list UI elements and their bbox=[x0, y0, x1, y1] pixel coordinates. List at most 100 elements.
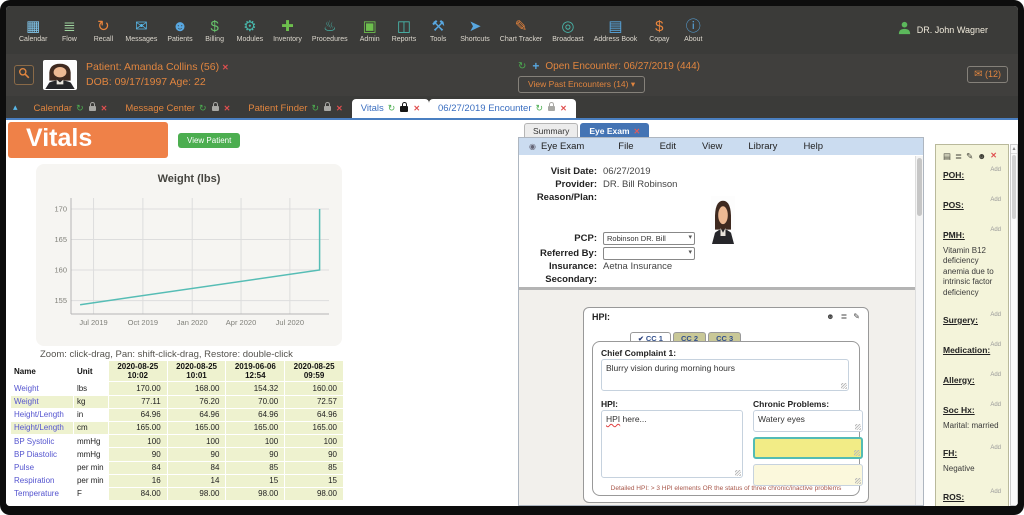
refresh-encounter-icon[interactable]: ↻ bbox=[518, 61, 526, 72]
add-link[interactable]: Add bbox=[990, 197, 1001, 203]
messages-button[interactable]: ✉ (12) bbox=[967, 66, 1008, 83]
vital-name-link[interactable]: BP Diastolic bbox=[14, 450, 57, 459]
add-link[interactable]: Add bbox=[990, 312, 1001, 318]
user-chip[interactable]: DR. John Wagner bbox=[897, 20, 988, 40]
vital-name-link[interactable]: Weight bbox=[14, 384, 39, 393]
close-panel-tab-icon[interactable]: ✕ bbox=[634, 127, 641, 136]
toolbar-item-chart-tracker[interactable]: ✎Chart Tracker bbox=[495, 18, 547, 43]
section-label[interactable]: Soc Hx: bbox=[943, 405, 975, 415]
close-tab-icon[interactable]: ✕ bbox=[224, 104, 231, 113]
section-label[interactable]: Medication: bbox=[943, 345, 990, 355]
chief-complaint-input[interactable]: Blurry vision during morning hours bbox=[601, 359, 849, 391]
add-link[interactable]: Add bbox=[990, 342, 1001, 348]
chronic-problem-input[interactable]: Watery eyes bbox=[753, 410, 863, 432]
close-icon[interactable]: ✕ bbox=[990, 151, 997, 162]
weight-chart[interactable]: Jul 2019Oct 2019Jan 2020Apr 2020Jul 2020… bbox=[41, 188, 337, 336]
menu-edit[interactable]: Edit bbox=[660, 141, 676, 152]
toolbar-item-patients[interactable]: ☻Patients bbox=[162, 18, 197, 43]
view-past-encounters-button[interactable]: View Past Encounters (14) ▾ bbox=[518, 76, 645, 93]
section-label[interactable]: POH: bbox=[943, 170, 964, 180]
toolbar-item-flow[interactable]: ≣Flow bbox=[52, 18, 86, 43]
toolbar-item-recall[interactable]: ↻Recall bbox=[86, 18, 120, 43]
pin-icon[interactable]: ☻ bbox=[826, 312, 834, 322]
edit-icon[interactable]: ✎ bbox=[853, 312, 860, 322]
refresh-icon[interactable]: ↻ bbox=[311, 103, 319, 114]
menu-file[interactable]: File bbox=[618, 141, 633, 152]
unlock-icon[interactable] bbox=[89, 106, 96, 111]
add-link[interactable]: Add bbox=[990, 227, 1001, 233]
notes-icon[interactable]: ≣ bbox=[841, 312, 848, 322]
panel-tab-summary[interactable]: Summary bbox=[524, 123, 578, 138]
close-patient-icon[interactable]: ✕ bbox=[222, 63, 229, 72]
edit-icon[interactable]: ✎ bbox=[966, 151, 973, 162]
close-tab-icon[interactable]: ✕ bbox=[336, 104, 343, 113]
menu-view[interactable]: View bbox=[702, 141, 722, 152]
scroll-up-icon[interactable]: ▴ bbox=[1011, 145, 1017, 154]
add-encounter-icon[interactable]: + bbox=[532, 59, 539, 73]
add-link[interactable]: Add bbox=[990, 445, 1001, 451]
referred-by-select[interactable]: ▾ bbox=[603, 247, 695, 260]
menu-help[interactable]: Help bbox=[803, 141, 823, 152]
section-label[interactable]: FH: bbox=[943, 448, 957, 458]
tab-patient-finder[interactable]: Patient Finder↻✕ bbox=[239, 99, 351, 118]
toolbar-item-calendar[interactable]: ▦Calendar bbox=[14, 18, 52, 43]
chronic-problem-input[interactable] bbox=[753, 464, 863, 486]
toolbar-item-address-book[interactable]: ▤Address Book bbox=[589, 18, 643, 43]
hpi-input[interactable]: HPI here... bbox=[601, 410, 743, 478]
toolbar-item-admin[interactable]: ▣Admin bbox=[353, 18, 387, 43]
toolbar-item-procedures[interactable]: ♨Procedures bbox=[307, 18, 353, 43]
close-tab-icon[interactable]: ✕ bbox=[413, 104, 420, 113]
unlock-icon[interactable] bbox=[212, 106, 219, 111]
toolbar-item-inventory[interactable]: ✚Inventory bbox=[268, 18, 307, 43]
patient-icon[interactable]: ☻ bbox=[977, 151, 986, 162]
toolbar-item-messages[interactable]: ✉Messages bbox=[120, 18, 162, 43]
toolbar-item-reports[interactable]: ◫Reports bbox=[387, 18, 422, 43]
panel-tab-eye-exam[interactable]: Eye Exam✕ bbox=[580, 123, 649, 138]
sidebar-scrollbar[interactable]: ▴ bbox=[1010, 144, 1018, 506]
close-tab-icon[interactable]: ✕ bbox=[101, 104, 108, 113]
tab-vitals[interactable]: Vitals↻✕ bbox=[352, 99, 429, 118]
toolbar-item-about[interactable]: ⓘAbout bbox=[676, 18, 710, 43]
unlock-icon[interactable] bbox=[548, 106, 555, 111]
tab-06-27-2019-encounter[interactable]: 06/27/2019 Encounter↻✕ bbox=[429, 99, 576, 118]
add-link[interactable]: Add bbox=[990, 167, 1001, 173]
pcp-select[interactable]: Robinson DR. Bill▾ bbox=[603, 232, 695, 245]
collapse-tabs-icon[interactable]: ▴ bbox=[13, 102, 18, 113]
toolbar-item-shortcuts[interactable]: ➤Shortcuts bbox=[455, 18, 495, 43]
refresh-icon[interactable]: ↻ bbox=[388, 103, 396, 114]
toolbar-item-tools[interactable]: ⚒Tools bbox=[421, 18, 455, 43]
tab-calendar[interactable]: Calendar↻✕ bbox=[25, 99, 117, 118]
section-label[interactable]: POS: bbox=[943, 200, 964, 210]
add-link[interactable]: Add bbox=[990, 489, 1001, 495]
vital-name-link[interactable]: Height/Length bbox=[14, 423, 64, 432]
scrollbar-thumb[interactable] bbox=[1012, 155, 1016, 219]
vital-name-link[interactable]: Respiration bbox=[14, 476, 54, 485]
toolbar-item-billing[interactable]: $Billing bbox=[198, 18, 232, 43]
lock-icon[interactable] bbox=[400, 106, 408, 112]
refresh-icon[interactable]: ↻ bbox=[76, 103, 84, 114]
refresh-icon[interactable]: ↻ bbox=[199, 103, 207, 114]
section-label[interactable]: ROS: bbox=[943, 492, 964, 502]
section-label[interactable]: Surgery: bbox=[943, 315, 978, 325]
scrollbar-thumb[interactable] bbox=[917, 158, 922, 216]
section-label[interactable]: Allergy: bbox=[943, 375, 975, 385]
vital-name-link[interactable]: Pulse bbox=[14, 463, 34, 472]
view-patient-button[interactable]: View Patient bbox=[178, 133, 240, 148]
toolbar-item-broadcast[interactable]: ◎Broadcast bbox=[547, 18, 589, 43]
toolbar-item-copay[interactable]: $Copay bbox=[642, 18, 676, 43]
document-icon[interactable]: ▤ bbox=[943, 151, 951, 162]
tab-message-center[interactable]: Message Center↻✕ bbox=[116, 99, 239, 118]
menu-library[interactable]: Library bbox=[748, 141, 777, 152]
add-link[interactable]: Add bbox=[990, 402, 1001, 408]
toolbar-item-modules[interactable]: ⚙Modules bbox=[232, 18, 268, 43]
records-icon[interactable]: ≣ bbox=[955, 151, 962, 162]
close-tab-icon[interactable]: ✕ bbox=[560, 104, 567, 113]
vital-name-link[interactable]: Height/Length bbox=[14, 410, 64, 419]
vital-name-link[interactable]: Temperature bbox=[14, 489, 59, 498]
chronic-problem-input[interactable] bbox=[753, 437, 863, 459]
menu-app-label[interactable]: Eye Exam bbox=[541, 141, 584, 152]
add-link[interactable]: Add bbox=[990, 372, 1001, 378]
vital-name-link[interactable]: Weight bbox=[14, 397, 39, 406]
open-encounter-link[interactable]: Open Encounter: 06/27/2019 (444) bbox=[545, 61, 700, 72]
section-label[interactable]: PMH: bbox=[943, 230, 965, 240]
